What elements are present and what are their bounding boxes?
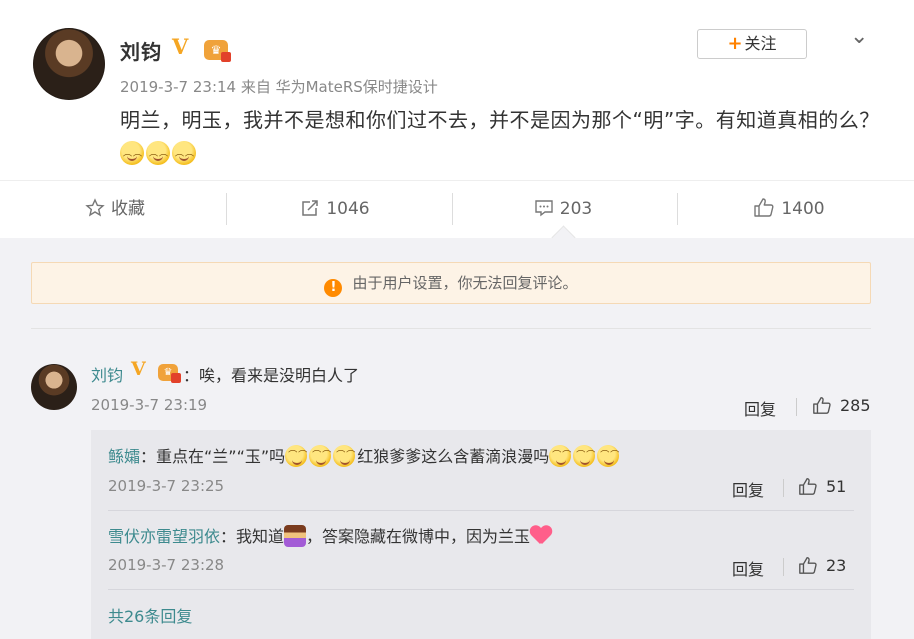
reply-time: 2019-3-7 23:25 — [108, 477, 225, 495]
post-body: 刘钧 V ♛ 2019-3-7 23:14 来自 华为MateRS保时捷设计 明… — [0, 0, 914, 180]
comment-icon — [535, 200, 553, 217]
comment-like-count: 285 — [840, 396, 871, 415]
raising-hand-emoji-icon — [284, 525, 307, 547]
like-count: 1400 — [781, 199, 825, 219]
heart-emoji-icon — [530, 526, 552, 546]
post-meta: 2019-3-7 23:14 来自 华为MateRS保时捷设计 — [120, 78, 438, 96]
divider — [452, 193, 453, 225]
thumbs-up-icon — [799, 557, 817, 574]
divider — [783, 479, 784, 497]
divider — [677, 193, 678, 225]
like-button[interactable]: 1400 — [734, 181, 844, 237]
reply-button[interactable]: 回复 — [732, 556, 764, 580]
comment-like-button[interactable]: 285 — [812, 395, 871, 415]
notice-text: 由于用户设置，你无法回复评论。 — [352, 274, 578, 292]
reply-like-button[interactable]: 51 — [798, 476, 846, 496]
author-name[interactable]: 刘钧 — [120, 36, 162, 65]
divider — [226, 193, 227, 225]
thumbs-up-icon — [813, 397, 831, 414]
reply-separator — [108, 510, 854, 511]
comment-time: 2019-3-7 23:19 — [91, 396, 208, 414]
repost-button[interactable]: 1046 — [280, 181, 390, 237]
comment-count: 203 — [559, 199, 593, 219]
smile-emoji-icon — [573, 445, 596, 467]
smile-emoji-icon — [597, 445, 620, 467]
reply-button[interactable]: 回复 — [732, 477, 764, 501]
vip-crown-icon: ♛ — [158, 364, 181, 383]
thumbs-up-icon — [799, 478, 817, 495]
section-divider — [31, 328, 871, 329]
comment-line: 刘钧 — [91, 362, 123, 386]
smile-emoji-icon — [120, 141, 144, 177]
thumbs-up-icon — [754, 198, 774, 217]
star-icon — [85, 198, 105, 217]
reply-disabled-notice: ! 由于用户设置，你无法回复评论。 — [31, 262, 871, 304]
reply-button[interactable]: 回复 — [744, 396, 776, 420]
follow-label: 关注 — [744, 34, 777, 53]
reply-line: 雪伏亦雷望羽依：我知道 ，答案隐藏在微博中，因为兰玉 — [108, 523, 552, 547]
smile-emoji-icon — [549, 445, 572, 467]
divider — [783, 558, 784, 576]
smile-emoji-icon — [309, 445, 332, 467]
favorite-label: 收藏 — [111, 199, 145, 219]
reply-username[interactable]: 鲧孀 — [108, 447, 140, 466]
weibo-post-card: 刘钧 V ♛ 2019-3-7 23:14 来自 华为MateRS保时捷设计 明… — [0, 0, 914, 639]
reply-like-button[interactable]: 23 — [798, 555, 846, 575]
repost-icon — [302, 200, 319, 216]
follow-button[interactable]: + 关注 — [697, 29, 807, 59]
reply-separator — [108, 589, 854, 590]
smile-emoji-icon — [172, 141, 196, 177]
reply-text: 红狼爹爹这么含蓄滴浪漫吗 — [357, 447, 550, 466]
comment-text: ：唉，看来是没明白人了 — [183, 366, 360, 385]
more-replies-link[interactable]: 共26条回复 — [108, 603, 192, 627]
smile-emoji-icon — [333, 445, 356, 467]
commenter-avatar[interactable] — [31, 364, 77, 410]
vip-crown-icon: ♛ — [204, 40, 231, 62]
divider — [796, 398, 797, 416]
reply-username[interactable]: 雪伏亦雷望羽依 — [108, 527, 220, 546]
reply-text: ，答案隐藏在微博中，因为兰玉 — [306, 527, 531, 546]
post-text: 明兰，明玉，我并不是想和你们过不去，并不是因为那个“明”字。有知道真相的么？ — [120, 104, 880, 177]
reply-like-count: 51 — [826, 477, 847, 496]
reply-like-count: 23 — [826, 556, 847, 575]
verified-v-icon: V — [131, 358, 146, 380]
action-bar: 收藏 1046 203 1400 — [0, 180, 914, 238]
reply-text: ：重点在“兰”“玉”吗 — [140, 447, 286, 466]
reply-line: 鲧孀：重点在“兰”“玉”吗 红狼爹爹这么含蓄滴浪漫吗 — [108, 443, 621, 467]
reply-text: ：我知道 — [220, 527, 285, 546]
favorite-button[interactable]: 收藏 — [60, 181, 170, 237]
smile-emoji-icon — [146, 141, 170, 177]
verified-v-icon: V — [172, 34, 189, 59]
repost-count: 1046 — [326, 199, 370, 219]
post-text-content: 明兰，明玉，我并不是想和你们过不去，并不是因为那个“明”字。有知道真相的么？ — [120, 108, 880, 132]
smile-emoji-icon — [285, 445, 308, 467]
chevron-down-icon[interactable]: ⌄ — [850, 24, 868, 49]
reply-time: 2019-3-7 23:28 — [108, 556, 225, 574]
warning-icon: ! — [324, 279, 343, 297]
plus-icon: + — [727, 33, 743, 54]
author-avatar[interactable] — [33, 28, 105, 100]
comment-username[interactable]: 刘钧 — [91, 366, 123, 385]
